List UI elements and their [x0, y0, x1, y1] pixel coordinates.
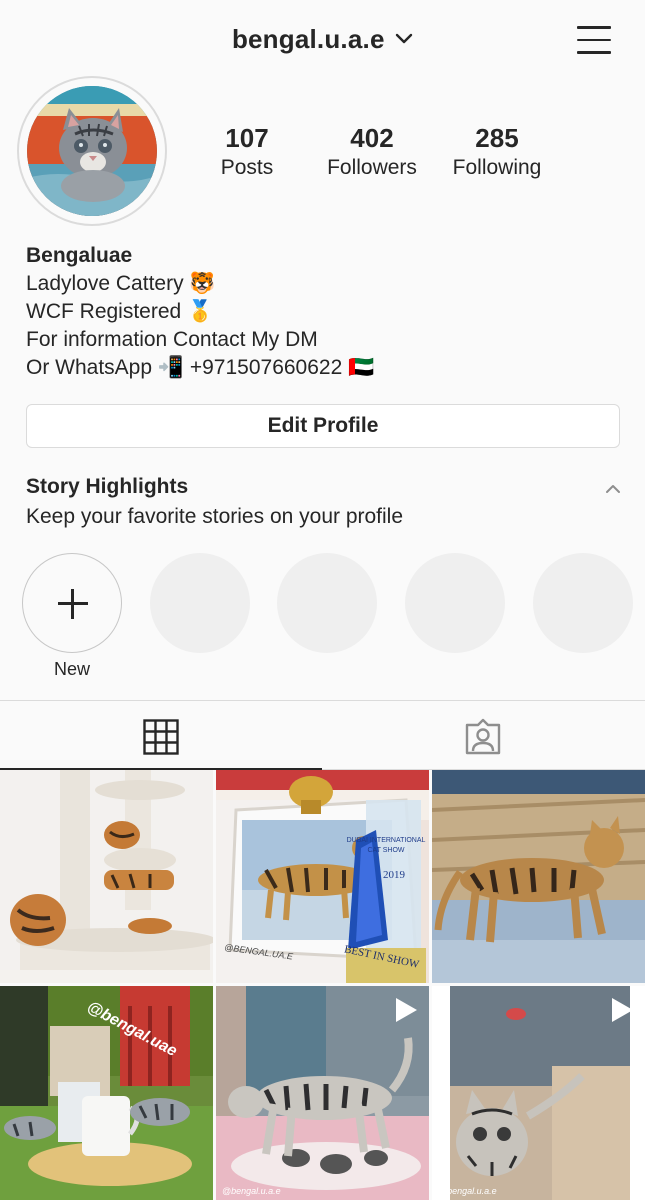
tab-grid[interactable]: [0, 701, 322, 770]
bio-line: Ladylove Cattery 🐯: [26, 272, 216, 295]
tagged-photos-icon: [465, 718, 501, 755]
post-thumbnail[interactable]: [432, 770, 645, 983]
post-thumbnail[interactable]: @bengal.u.a.e: [216, 986, 429, 1200]
trophy-text: DUBAI INTERNATIONAL: [347, 837, 426, 844]
new-highlight-label: New: [53, 659, 90, 679]
account-switcher[interactable]: bengal.u.a.e: [0, 24, 645, 55]
stat-followers-label: Followers: [327, 156, 417, 179]
stat-following-label: Following: [452, 156, 542, 179]
profile-bio: Bengaluae Ladylove Cattery 🐯 WCF Registe…: [26, 242, 616, 382]
post-thumbnail[interactable]: @bengal.uae: [0, 986, 213, 1200]
new-highlight-button[interactable]: [22, 553, 122, 653]
profile-avatar[interactable]: [17, 76, 167, 226]
post-thumbnail[interactable]: DUBAI INTERNATIONAL CAT SHOW 2019 BEST I…: [216, 770, 429, 983]
posts-grid: DUBAI INTERNATIONAL CAT SHOW 2019 BEST I…: [0, 770, 645, 1200]
post-watermark: @bengal.u.a.e: [438, 1186, 497, 1196]
username[interactable]: bengal.u.a.e: [232, 24, 385, 54]
stat-followers-value: 402: [350, 123, 394, 153]
highlight-placeholder: [533, 553, 633, 653]
stat-following[interactable]: 285 Following: [432, 122, 562, 182]
hamburger-icon[interactable]: [577, 26, 613, 56]
avatar-photo: [27, 86, 157, 216]
stat-posts-value: 107: [225, 123, 269, 153]
post-watermark: @bengal.u.a.e: [222, 1186, 281, 1196]
bio-line: For information Contact My DM: [26, 328, 318, 351]
chevron-down-icon[interactable]: [395, 32, 413, 50]
stat-posts-label: Posts: [220, 156, 274, 179]
highlight-placeholder: [150, 553, 250, 653]
profile-name: Bengaluae: [26, 244, 133, 267]
highlights-subtitle: Keep your favorite stories on your profi…: [26, 505, 404, 528]
highlight-placeholder: [405, 553, 505, 653]
play-icon: [396, 998, 417, 1022]
top-bar: bengal.u.a.e: [0, 0, 645, 84]
bio-line: Or WhatsApp 📲 +971507660622 🇦🇪: [26, 356, 375, 379]
highlights-title: Story Highlights: [26, 475, 189, 498]
tab-tagged[interactable]: [322, 701, 645, 770]
trophy-text: 2019: [383, 869, 406, 881]
trophy-text: CAT SHOW: [367, 847, 404, 854]
stat-following-value: 285: [475, 123, 519, 153]
post-thumbnail[interactable]: @bengal.u.a.e: [432, 986, 645, 1200]
chevron-up-icon[interactable]: [605, 482, 621, 500]
stat-posts[interactable]: 107 Posts: [182, 122, 312, 182]
play-icon: [612, 998, 633, 1022]
highlight-placeholder: [277, 553, 377, 653]
profile-tab-bar: [0, 700, 645, 770]
stat-followers[interactable]: 402 Followers: [307, 122, 437, 182]
edit-profile-button[interactable]: Edit Profile: [26, 404, 620, 448]
bio-line: WCF Registered 🥇: [26, 300, 214, 323]
grid-icon: [143, 719, 179, 755]
post-thumbnail[interactable]: [0, 770, 213, 983]
